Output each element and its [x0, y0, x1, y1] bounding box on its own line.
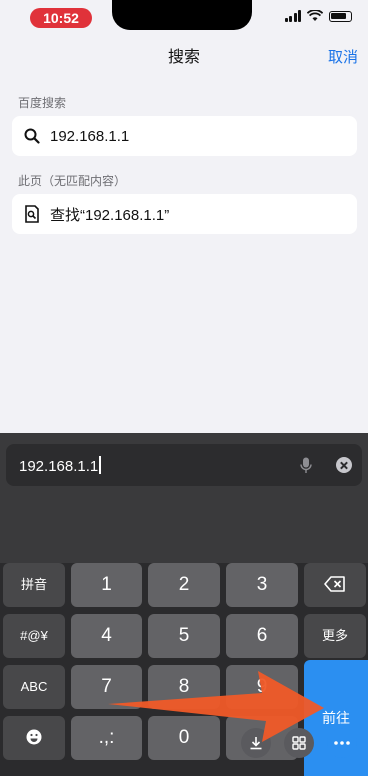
key-symbols[interactable]: #@¥: [3, 614, 65, 658]
go-button[interactable]: 前往: [304, 660, 368, 776]
wifi-icon: [307, 10, 323, 21]
system-icons: [284, 10, 352, 22]
key-1[interactable]: 1: [71, 563, 142, 607]
suggestion-text: 192.168.1.1: [50, 127, 130, 145]
keyboard-panel: 192.168.1.1 拼音 #@¥ ABC 1 2 3 4 5 6 7 8 9: [0, 433, 368, 776]
key-more[interactable]: 更多: [304, 614, 366, 658]
microphone-icon[interactable]: [300, 457, 312, 474]
key-0[interactable]: 0: [148, 716, 220, 760]
key-6[interactable]: 6: [226, 614, 298, 658]
find-in-page-text: 查找“192.168.1.1”: [50, 206, 170, 224]
camera-notch: [112, 0, 252, 30]
key-5[interactable]: 5: [148, 614, 220, 658]
status-bar: 10:52: [0, 0, 368, 36]
key-2[interactable]: 2: [148, 563, 220, 607]
cellular-signal-icon: [284, 10, 301, 22]
address-input[interactable]: 192.168.1.1: [6, 444, 362, 486]
ellipsis-icon: [334, 741, 350, 745]
key-4[interactable]: 4: [71, 614, 142, 658]
search-nav-bar: 搜索 取消: [0, 42, 368, 74]
find-in-page-icon: [25, 205, 39, 223]
search-icon: [24, 128, 40, 144]
status-time: 10:52: [30, 8, 92, 28]
find-in-page-item[interactable]: 查找“192.168.1.1”: [12, 194, 357, 234]
grid-button[interactable]: [284, 728, 314, 758]
section-label-find-in-page: 此页（无匹配内容）: [18, 174, 127, 188]
address-input-value: 192.168.1.1: [19, 456, 102, 475]
key-emoji[interactable]: [3, 716, 65, 760]
key-delete[interactable]: [304, 563, 366, 607]
cancel-button[interactable]: 取消: [328, 42, 358, 74]
backspace-icon: [324, 576, 345, 592]
text-caret: [99, 456, 102, 474]
download-icon: [250, 737, 262, 750]
more-options-button[interactable]: [327, 728, 357, 758]
page-title: 搜索: [167, 49, 200, 66]
key-punctuation[interactable]: .,:: [71, 716, 142, 760]
section-label-baidu: 百度搜索: [18, 96, 67, 110]
download-button[interactable]: [241, 728, 271, 758]
key-pinyin[interactable]: 拼音: [3, 563, 65, 607]
key-9[interactable]: 9: [226, 665, 298, 709]
baidu-search-suggestion[interactable]: 192.168.1.1: [12, 116, 357, 156]
battery-icon: [329, 10, 352, 22]
key-7[interactable]: 7: [71, 665, 142, 709]
key-abc[interactable]: ABC: [3, 665, 65, 709]
emoji-icon: [26, 729, 42, 745]
clear-input-icon[interactable]: [336, 457, 352, 473]
key-8[interactable]: 8: [148, 665, 220, 709]
key-3[interactable]: 3: [226, 563, 298, 607]
grid-icon: [292, 736, 306, 750]
